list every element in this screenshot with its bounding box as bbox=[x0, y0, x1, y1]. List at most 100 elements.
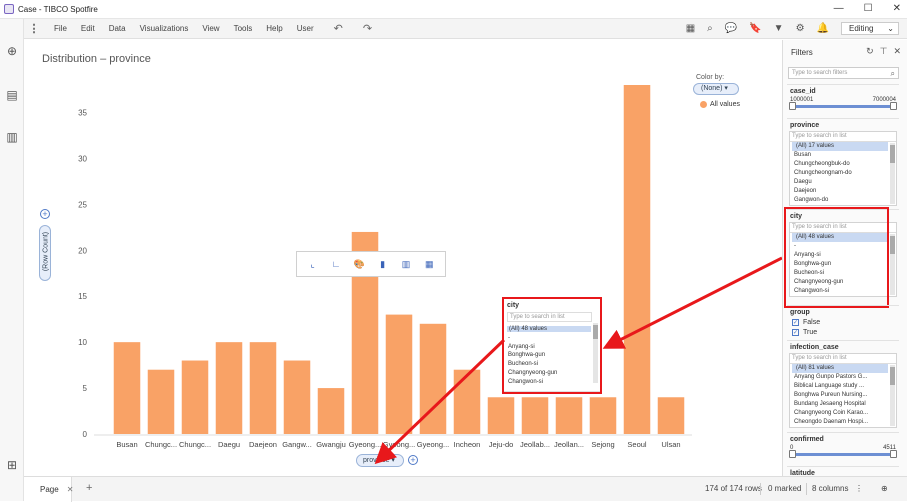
menu-edit[interactable]: Edit bbox=[81, 24, 95, 33]
group-false-label: False bbox=[803, 319, 821, 326]
province-item[interactable]: Daegu bbox=[790, 178, 888, 187]
group-false-checkbox[interactable]: ✓ bbox=[792, 319, 799, 326]
filter-search-placeholder: Type to search filters bbox=[792, 70, 848, 76]
confirmed-max-handle[interactable] bbox=[890, 450, 897, 458]
infection-case-item[interactable]: Changnyeong Coin Karao... bbox=[790, 409, 888, 418]
filters-title: Filters bbox=[791, 48, 813, 57]
window-title: Case - TIBCO Spotfire bbox=[18, 4, 98, 14]
province-item[interactable]: Daejeon bbox=[790, 187, 888, 196]
add-page-icon[interactable]: + bbox=[86, 482, 92, 494]
infection-case-scroll-thumb[interactable] bbox=[890, 367, 895, 385]
minimize-button[interactable]: — bbox=[834, 3, 844, 14]
province-scroll-thumb[interactable] bbox=[890, 145, 895, 163]
menu-help[interactable]: Help bbox=[266, 24, 282, 33]
filter-icon[interactable]: ▼ bbox=[774, 23, 784, 34]
infection-case-item[interactable]: Biblical Language study ... bbox=[790, 382, 888, 391]
infection-case-item[interactable]: (All) 81 values bbox=[792, 364, 888, 373]
infection-case-item[interactable]: Bonghwa Pureun Nursing... bbox=[790, 391, 888, 400]
city-scroll-thumb[interactable] bbox=[890, 236, 895, 254]
group-true-checkbox[interactable]: ✓ bbox=[792, 329, 799, 336]
case-id-max-handle[interactable] bbox=[890, 102, 897, 110]
filter-infection-case: infection_case Type to search in list (A… bbox=[787, 340, 899, 428]
case-id-min-handle[interactable] bbox=[789, 102, 796, 110]
province-search[interactable]: Type to search in list bbox=[790, 132, 896, 142]
filter-infection-case-label: infection_case bbox=[790, 344, 839, 351]
menu-visualizations[interactable]: Visualizations bbox=[140, 24, 189, 33]
data-canvas-icon[interactable]: ⊞ bbox=[6, 459, 18, 471]
menu-user[interactable]: User bbox=[297, 24, 314, 33]
divider bbox=[760, 483, 761, 495]
chevron-down-icon: ⌄ bbox=[887, 24, 894, 33]
close-tab-icon[interactable]: ✕ bbox=[67, 485, 74, 494]
pin-icon[interactable]: ⊤ bbox=[880, 46, 888, 57]
filter-province: province Type to search in list (All) 17… bbox=[787, 118, 899, 206]
globe-icon[interactable]: ⊕ bbox=[881, 484, 888, 493]
filter-confirmed: confirmed 0 4511 bbox=[787, 432, 899, 458]
filters-panel: Filters ↻ ⊤ ✕ Type to search filters ⌕ ca… bbox=[782, 40, 907, 476]
filter-confirmed-label: confirmed bbox=[790, 436, 824, 443]
search-icon: ⌕ bbox=[890, 69, 895, 78]
maximize-button[interactable]: ☐ bbox=[864, 3, 873, 14]
redo-icon[interactable]: ↷ bbox=[363, 22, 372, 35]
highlight-box-city-filter bbox=[784, 207, 889, 308]
filter-province-label: province bbox=[790, 122, 820, 129]
app-icon bbox=[4, 4, 14, 14]
search-icon[interactable]: ⌕ bbox=[707, 23, 713, 34]
undo-icon[interactable]: ↶ bbox=[334, 22, 343, 35]
province-item[interactable]: Busan bbox=[790, 151, 888, 160]
comments-icon[interactable]: 💬 bbox=[725, 23, 737, 34]
province-item[interactable]: Chungcheongnam-do bbox=[790, 169, 888, 178]
close-filters-icon[interactable]: ✕ bbox=[893, 46, 901, 57]
arrow-to-x-axis bbox=[374, 338, 506, 465]
annotation-arrows bbox=[374, 256, 782, 465]
menu-tools[interactable]: Tools bbox=[234, 24, 253, 33]
reset-filters-icon[interactable]: ↻ bbox=[866, 46, 874, 57]
infection-case-item[interactable]: Bundang Jesaeng Hospital bbox=[790, 400, 888, 409]
notifications-bell-icon[interactable]: 🔔 bbox=[817, 23, 829, 34]
province-item[interactable]: Chungcheongbuk-do bbox=[790, 160, 888, 169]
mode-dropdown[interactable]: Editing ⌄ bbox=[841, 22, 899, 35]
column-count: 8 columns bbox=[812, 484, 849, 493]
add-data-icon[interactable]: ⊕ bbox=[6, 45, 18, 57]
bookmark-icon[interactable]: 🔖 bbox=[749, 23, 761, 34]
menu-view[interactable]: View bbox=[202, 24, 219, 33]
visualization-area: Distribution – province 0 5 10 15 20 25 30 35 Bu… bbox=[24, 40, 782, 476]
row-count: 174 of 174 rows bbox=[705, 484, 762, 493]
page-tab[interactable]: Page ✕ bbox=[24, 477, 74, 502]
window-titlebar: Case - TIBCO Spotfire — ☐ ✕ bbox=[0, 0, 907, 19]
marked-count: 0 marked bbox=[768, 484, 802, 493]
settings-gear-icon[interactable]: ⚙ bbox=[796, 23, 805, 34]
more-menu-icon[interactable]: ⋮ bbox=[24, 22, 44, 35]
page-tab-label: Page bbox=[40, 485, 59, 494]
left-rail: ⊕ ▤ ▥ ⊞ bbox=[0, 19, 24, 501]
confirmed-min-handle[interactable] bbox=[789, 450, 796, 458]
filter-case-id-label: case_id bbox=[790, 88, 816, 95]
province-list: Type to search in list (All) 17 values B… bbox=[789, 131, 897, 206]
filter-case-id: case_id 1000001 7000004 bbox=[787, 84, 899, 110]
menu-bar: ⋮ File Edit Data Visualizations View Too… bbox=[24, 19, 907, 39]
infection-case-list: Type to search in list (All) 81 values A… bbox=[789, 353, 897, 428]
infection-case-item[interactable]: Anyang Gunpo Pastors G... bbox=[790, 373, 888, 382]
infection-case-search[interactable]: Type to search in list bbox=[790, 354, 896, 364]
filter-search-input[interactable]: Type to search filters ⌕ bbox=[788, 67, 899, 79]
filter-group-label: group bbox=[790, 309, 810, 316]
case-id-slider[interactable] bbox=[789, 102, 897, 110]
mode-label: Editing bbox=[849, 24, 874, 33]
close-button[interactable]: ✕ bbox=[893, 3, 901, 14]
status-bar: Page ✕ + 174 of 174 rows 0 marked 8 colum… bbox=[24, 476, 907, 502]
visualization-icon[interactable]: ▥ bbox=[6, 131, 18, 143]
more-options-icon[interactable]: ⋮ bbox=[855, 484, 863, 493]
filter-latitude: latitude bbox=[787, 466, 899, 476]
menu-data[interactable]: Data bbox=[109, 24, 126, 33]
data-panel-icon[interactable]: ▤ bbox=[6, 89, 18, 101]
filter-group: group ✓ False ✓ True bbox=[787, 305, 899, 336]
infection-case-item[interactable]: Cheongdo Daenam Hospi... bbox=[790, 418, 888, 427]
divider bbox=[806, 483, 807, 495]
group-true-label: True bbox=[803, 329, 818, 336]
province-item[interactable]: (All) 17 values bbox=[792, 142, 888, 151]
confirmed-slider[interactable] bbox=[789, 450, 897, 458]
arrow-to-popup bbox=[602, 256, 782, 349]
visualization-types-icon[interactable]: ▦ bbox=[686, 23, 695, 34]
menu-file[interactable]: File bbox=[54, 24, 67, 33]
province-item[interactable]: Gangwon-do bbox=[790, 196, 888, 205]
